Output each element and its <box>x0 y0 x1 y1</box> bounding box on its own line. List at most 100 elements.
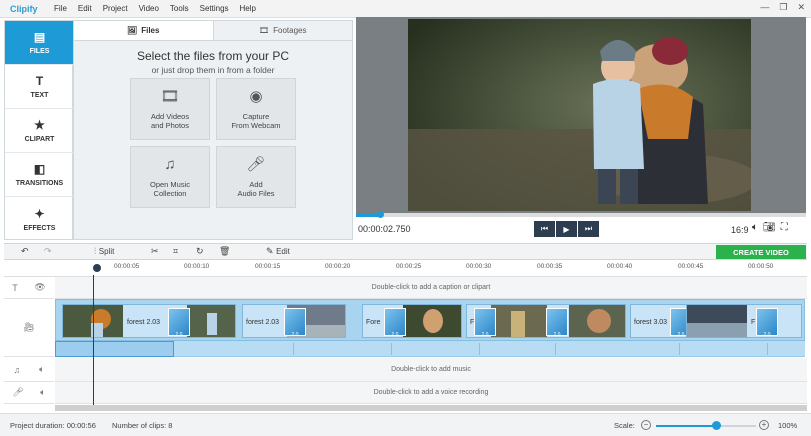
clip-thumbnail <box>687 305 747 337</box>
divider <box>479 343 480 355</box>
volume-icon[interactable]: 🔈︎ <box>752 222 758 233</box>
transition-marker[interactable]: 2.0 <box>546 308 568 338</box>
sidebar-item-label: FILES <box>29 48 50 55</box>
video-camera-icon: 🎥︎ <box>23 322 35 332</box>
sidebar-item-effects[interactable]: ✦ EFFECTS <box>5 197 74 241</box>
crop-icon[interactable]: ⌗ <box>173 246 178 257</box>
tab-footages[interactable]: 🎞︎ Footages <box>214 21 353 40</box>
redo-icon[interactable]: ↷ <box>44 246 52 257</box>
visibility-eye-icon[interactable]: 👁︎ <box>34 282 45 293</box>
sidebar-item-clipart[interactable]: ★ CLIPART <box>5 109 74 153</box>
capture-webcam-button[interactable]: ◉ Capture From Webcam <box>216 78 296 140</box>
scrollbar-thumb[interactable] <box>55 405 807 411</box>
transitions-icon: ◧ <box>33 162 46 176</box>
clip-thumbnail <box>569 305 625 337</box>
sidebar-item-label: CLIPART <box>24 136 55 143</box>
sidebar-item-transitions[interactable]: ◧ TRANSITIONS <box>5 153 74 197</box>
clip-name: forest 2.03 <box>246 319 280 326</box>
clip-sub-track[interactable] <box>55 341 805 357</box>
menu-edit[interactable]: Edit <box>78 4 92 13</box>
app-title: Clipify <box>10 3 38 14</box>
music-track[interactable]: Double-click to add music <box>55 358 807 382</box>
menu-help[interactable]: Help <box>240 4 256 13</box>
menu-tools[interactable]: Tools <box>170 4 189 13</box>
timeline-scrollbar[interactable] <box>55 405 807 411</box>
skip-back-button[interactable]: ⏮ <box>534 221 555 237</box>
scale-slider[interactable] <box>656 421 756 430</box>
timeline-ruler[interactable]: 00:00:05 00:00:10 00:00:15 00:00:20 00:0… <box>4 261 807 277</box>
ruler-label: 00:00:05 <box>114 263 140 270</box>
create-video-button[interactable]: CREATE VIDEO <box>716 245 806 259</box>
tab-files[interactable]: 🖼︎ Files <box>74 21 214 40</box>
video-clip[interactable]: F <box>686 304 802 338</box>
minimize-button[interactable]: — <box>760 2 769 13</box>
clip-name: F <box>751 319 756 326</box>
status-bar: Project duration: 00:00:56 Number of cli… <box>0 413 811 436</box>
seekbar-handle[interactable] <box>377 211 384 218</box>
playhead-handle[interactable] <box>93 264 101 272</box>
maximize-button[interactable]: ❐ <box>779 2 787 13</box>
scale-slider-handle[interactable] <box>712 421 721 430</box>
transition-marker[interactable]: 2.0 <box>756 308 778 338</box>
music-track-hint: Double-click to add music <box>391 366 471 373</box>
rotate-icon[interactable]: ↻ <box>196 246 204 257</box>
video-track[interactable]: forest 2.03 2.0 forest 2.03 2.0 Fore 2.0… <box>55 299 805 341</box>
open-music-collection-button[interactable]: ♫ Open Music Collection <box>130 146 210 208</box>
zoom-out-button[interactable]: − <box>641 420 651 430</box>
ruler-label: 00:00:45 <box>678 263 704 270</box>
menu-video[interactable]: Video <box>139 4 159 13</box>
cut-icon[interactable]: ✂ <box>151 246 159 257</box>
zoom-in-button[interactable]: + <box>759 420 769 430</box>
video-clip[interactable]: Fore <box>362 304 462 338</box>
clip-count: Number of clips: 8 <box>112 421 173 430</box>
menu-settings[interactable]: Settings <box>200 4 229 13</box>
skip-forward-button[interactable]: ⏭ <box>578 221 599 237</box>
split-icon: ⫶ <box>94 246 97 256</box>
play-icon: ▶ <box>563 224 570 234</box>
video-clip[interactable]: forest 2.03 <box>62 304 236 338</box>
tile-label-line2: From Webcam <box>231 121 281 131</box>
edit-label: Edit <box>276 247 290 256</box>
menu-file[interactable]: File <box>54 4 67 13</box>
text-track-icon: T <box>12 282 18 293</box>
delete-icon[interactable]: 🗑︎ <box>219 246 230 257</box>
volume-icon[interactable]: 🔈︎ <box>39 364 44 375</box>
clip-thumbnail <box>403 305 461 337</box>
ruler-label: 00:00:40 <box>607 263 633 270</box>
edit-button[interactable]: ✎ Edit <box>266 246 290 257</box>
divider <box>555 343 556 355</box>
sidebar-item-files[interactable]: ▤ FILES <box>5 21 74 65</box>
close-button[interactable]: ✕ <box>797 2 805 13</box>
transition-marker[interactable]: 2.0 <box>168 308 190 338</box>
play-button[interactable]: ▶ <box>556 221 577 237</box>
add-videos-photos-button[interactable]: 🎞︎ Add Videos and Photos <box>130 78 210 140</box>
transition-marker[interactable]: 2.0 <box>284 308 306 338</box>
clip-name: Fore <box>366 319 381 326</box>
image-icon: 🖼︎ <box>127 26 138 35</box>
split-button[interactable]: ⫶ Split <box>94 246 114 257</box>
aspect-ratio-selector[interactable]: 16:9 <box>731 225 749 235</box>
playback-seekbar[interactable] <box>356 211 806 218</box>
caption-track-hint: Double-click to add a caption or clipart <box>371 284 491 291</box>
volume-icon[interactable]: 🔈︎ <box>40 387 45 398</box>
sidebar-item-text[interactable]: T TEXT <box>5 65 74 109</box>
scale-label: Scale: <box>614 421 635 430</box>
add-audio-files-button[interactable]: 🎤︎ Add Audio Files <box>216 146 296 208</box>
caption-track[interactable]: Double-click to add a caption or clipart <box>55 277 807 299</box>
microphone-icon: 🎤︎ <box>12 387 24 397</box>
snapshot-camera-icon[interactable]: 📷︎ <box>763 222 776 233</box>
selected-clip-range[interactable] <box>55 341 174 357</box>
panel-heading: Select the files from your PC <box>136 49 290 63</box>
tile-label-line2: Collection <box>153 189 187 199</box>
divider <box>391 343 392 355</box>
fullscreen-icon[interactable]: ⛶ <box>781 222 788 233</box>
menu-project[interactable]: Project <box>103 4 128 13</box>
transition-marker[interactable]: 2.0 <box>384 308 406 338</box>
undo-icon[interactable]: ↶ <box>21 246 29 257</box>
voice-track[interactable]: Double-click to add a voice recording <box>55 382 807 404</box>
preview-image <box>408 19 751 211</box>
divider <box>767 343 768 355</box>
music-track-header: ♫ 🔈︎ <box>4 358 54 382</box>
transition-marker[interactable]: 2.0 <box>474 308 496 338</box>
sidebar-item-label: TRANSITIONS <box>15 180 64 187</box>
